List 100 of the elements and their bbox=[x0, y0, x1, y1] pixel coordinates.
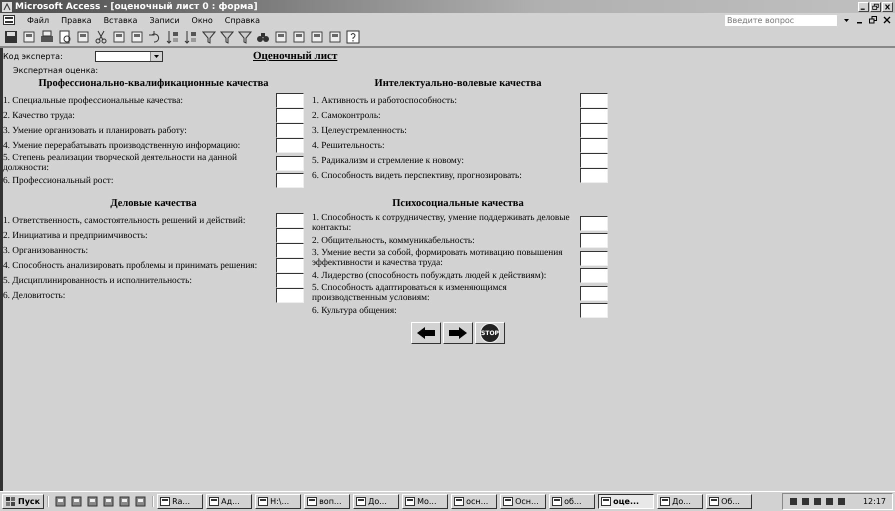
minimize-icon[interactable] bbox=[858, 2, 869, 12]
page-magnifier-icon[interactable] bbox=[58, 30, 72, 44]
toolbar-icon[interactable] bbox=[130, 30, 144, 44]
score-field[interactable] bbox=[580, 93, 608, 108]
score-field[interactable] bbox=[276, 213, 304, 228]
section-title: Деловые качества bbox=[109, 198, 198, 211]
taskbar-button[interactable]: Осн... bbox=[500, 494, 546, 509]
left-arrow-icon bbox=[416, 326, 436, 340]
score-field[interactable] bbox=[276, 173, 304, 188]
taskbar-button[interactable]: Об... bbox=[706, 494, 752, 509]
question-label: 6. Профессиональный рост: bbox=[3, 176, 114, 186]
toolbar-icon[interactable] bbox=[22, 30, 36, 44]
restore-icon[interactable] bbox=[870, 2, 881, 12]
score-field[interactable] bbox=[276, 243, 304, 258]
menu-item[interactable]: Правка bbox=[61, 16, 92, 24]
menu-item[interactable]: Записи bbox=[149, 16, 180, 24]
window-icon bbox=[405, 497, 416, 506]
score-field[interactable] bbox=[580, 286, 608, 300]
score-field[interactable] bbox=[580, 233, 608, 248]
window-icon bbox=[503, 497, 514, 506]
question-label: 3. Целеустремленность: bbox=[312, 126, 408, 136]
window-icon bbox=[552, 497, 562, 506]
toolbar-icon[interactable] bbox=[112, 30, 126, 44]
score-field[interactable] bbox=[580, 268, 608, 283]
close-icon[interactable] bbox=[883, 16, 891, 24]
question-label: 4. Умение перерабатывать производственную информацию: bbox=[3, 140, 242, 150]
taskbar-button[interactable]: оце... bbox=[598, 494, 654, 509]
score-field[interactable] bbox=[276, 108, 304, 123]
form-icon[interactable] bbox=[3, 15, 15, 25]
score-field[interactable] bbox=[276, 93, 304, 108]
question-label: 6. Способность видеть перспективу, прогнозировать: bbox=[312, 170, 523, 180]
score-field[interactable] bbox=[276, 228, 304, 243]
windows-flag-icon bbox=[6, 496, 16, 506]
question-label: 4. Способность анализировать проблемы и принимать решения: bbox=[3, 260, 258, 270]
funnel-icon[interactable] bbox=[220, 30, 234, 44]
taskbar-button[interactable]: До... bbox=[353, 494, 400, 509]
toolbar-icon[interactable] bbox=[292, 30, 306, 44]
question-label: 5. Дисциплинированность и исполнительность: bbox=[3, 276, 193, 286]
score-field[interactable] bbox=[580, 123, 608, 138]
question-label: 6. Культура общения: bbox=[312, 306, 398, 316]
clock: 12:17 bbox=[862, 497, 886, 506]
sort-icon[interactable] bbox=[166, 30, 180, 44]
help-search-field[interactable]: Введите вопрос bbox=[725, 14, 837, 26]
expert-code-combo[interactable] bbox=[95, 50, 163, 62]
quick-launch-icon[interactable] bbox=[71, 496, 82, 507]
taskbar-button[interactable]: H:\... bbox=[255, 494, 302, 509]
menu-item[interactable]: Вставка bbox=[104, 16, 138, 24]
toolbar-icon[interactable] bbox=[310, 30, 324, 44]
score-field[interactable] bbox=[276, 123, 304, 138]
taskbar-button[interactable]: До... bbox=[657, 494, 704, 509]
score-field[interactable] bbox=[580, 250, 608, 266]
quick-launch-icon[interactable] bbox=[119, 496, 130, 507]
help-icon[interactable] bbox=[346, 30, 360, 44]
score-field[interactable] bbox=[276, 273, 304, 288]
taskbar-button[interactable]: Ад... bbox=[206, 494, 252, 509]
save-icon[interactable] bbox=[4, 30, 18, 44]
quick-launch-icon[interactable] bbox=[55, 496, 66, 507]
question-label: 4. Решительность: bbox=[312, 140, 386, 150]
taskbar-button[interactable]: об... bbox=[549, 494, 596, 509]
section-title: Интелектуально-волевые качества bbox=[374, 78, 542, 91]
toolbar-icon[interactable] bbox=[328, 30, 342, 44]
window-icon bbox=[709, 497, 720, 506]
start-button[interactable]: Пуск bbox=[2, 494, 44, 509]
forward-arrow-button[interactable] bbox=[443, 322, 473, 344]
field-label: Экспертная оценка: bbox=[13, 66, 100, 75]
field-label: Код эксперта: bbox=[3, 52, 64, 60]
question-label: 1. Способность к сотрудничеству, умение поддерживать деловые контакты: bbox=[312, 213, 571, 233]
restore-icon[interactable] bbox=[869, 16, 877, 24]
scissors-icon[interactable] bbox=[94, 30, 108, 44]
dropdown-arrow-icon[interactable] bbox=[843, 16, 850, 24]
form-title: Оценочный лист bbox=[253, 50, 338, 62]
toolbar-icon[interactable] bbox=[76, 30, 90, 44]
funnel-icon[interactable] bbox=[202, 30, 216, 44]
score-field[interactable] bbox=[276, 138, 304, 153]
toolbar-icon[interactable] bbox=[274, 30, 288, 44]
sort-icon[interactable] bbox=[184, 30, 198, 44]
quick-launch-icon[interactable] bbox=[135, 496, 146, 507]
taskbar-button[interactable]: Мо... bbox=[402, 494, 448, 509]
score-field[interactable] bbox=[580, 153, 608, 168]
menu-item[interactable]: Справка bbox=[224, 16, 260, 24]
menu-item[interactable]: Файл bbox=[27, 16, 50, 24]
score-field[interactable] bbox=[276, 288, 304, 303]
taskbar-button[interactable]: осн... bbox=[451, 494, 498, 509]
score-field[interactable] bbox=[276, 156, 304, 170]
score-field[interactable] bbox=[580, 216, 608, 230]
undo-icon[interactable] bbox=[148, 30, 162, 44]
window-title: Microsoft Access - [оценочный лист 0 : форма] bbox=[15, 2, 259, 12]
score-field[interactable] bbox=[580, 303, 608, 318]
score-field[interactable] bbox=[580, 138, 608, 153]
quick-launch-icon[interactable] bbox=[87, 496, 98, 507]
funnel-icon[interactable] bbox=[238, 30, 252, 44]
back-arrow-button[interactable] bbox=[411, 322, 441, 344]
quick-launch-icon[interactable] bbox=[103, 496, 114, 507]
menu-item[interactable]: Окно bbox=[192, 16, 213, 24]
printer-icon[interactable] bbox=[40, 30, 54, 44]
taskbar-button[interactable]: Ra... bbox=[157, 494, 204, 509]
taskbar-button[interactable]: воп... bbox=[304, 494, 350, 509]
score-field[interactable] bbox=[276, 258, 304, 273]
score-field[interactable] bbox=[580, 108, 608, 123]
score-field[interactable] bbox=[580, 168, 608, 183]
